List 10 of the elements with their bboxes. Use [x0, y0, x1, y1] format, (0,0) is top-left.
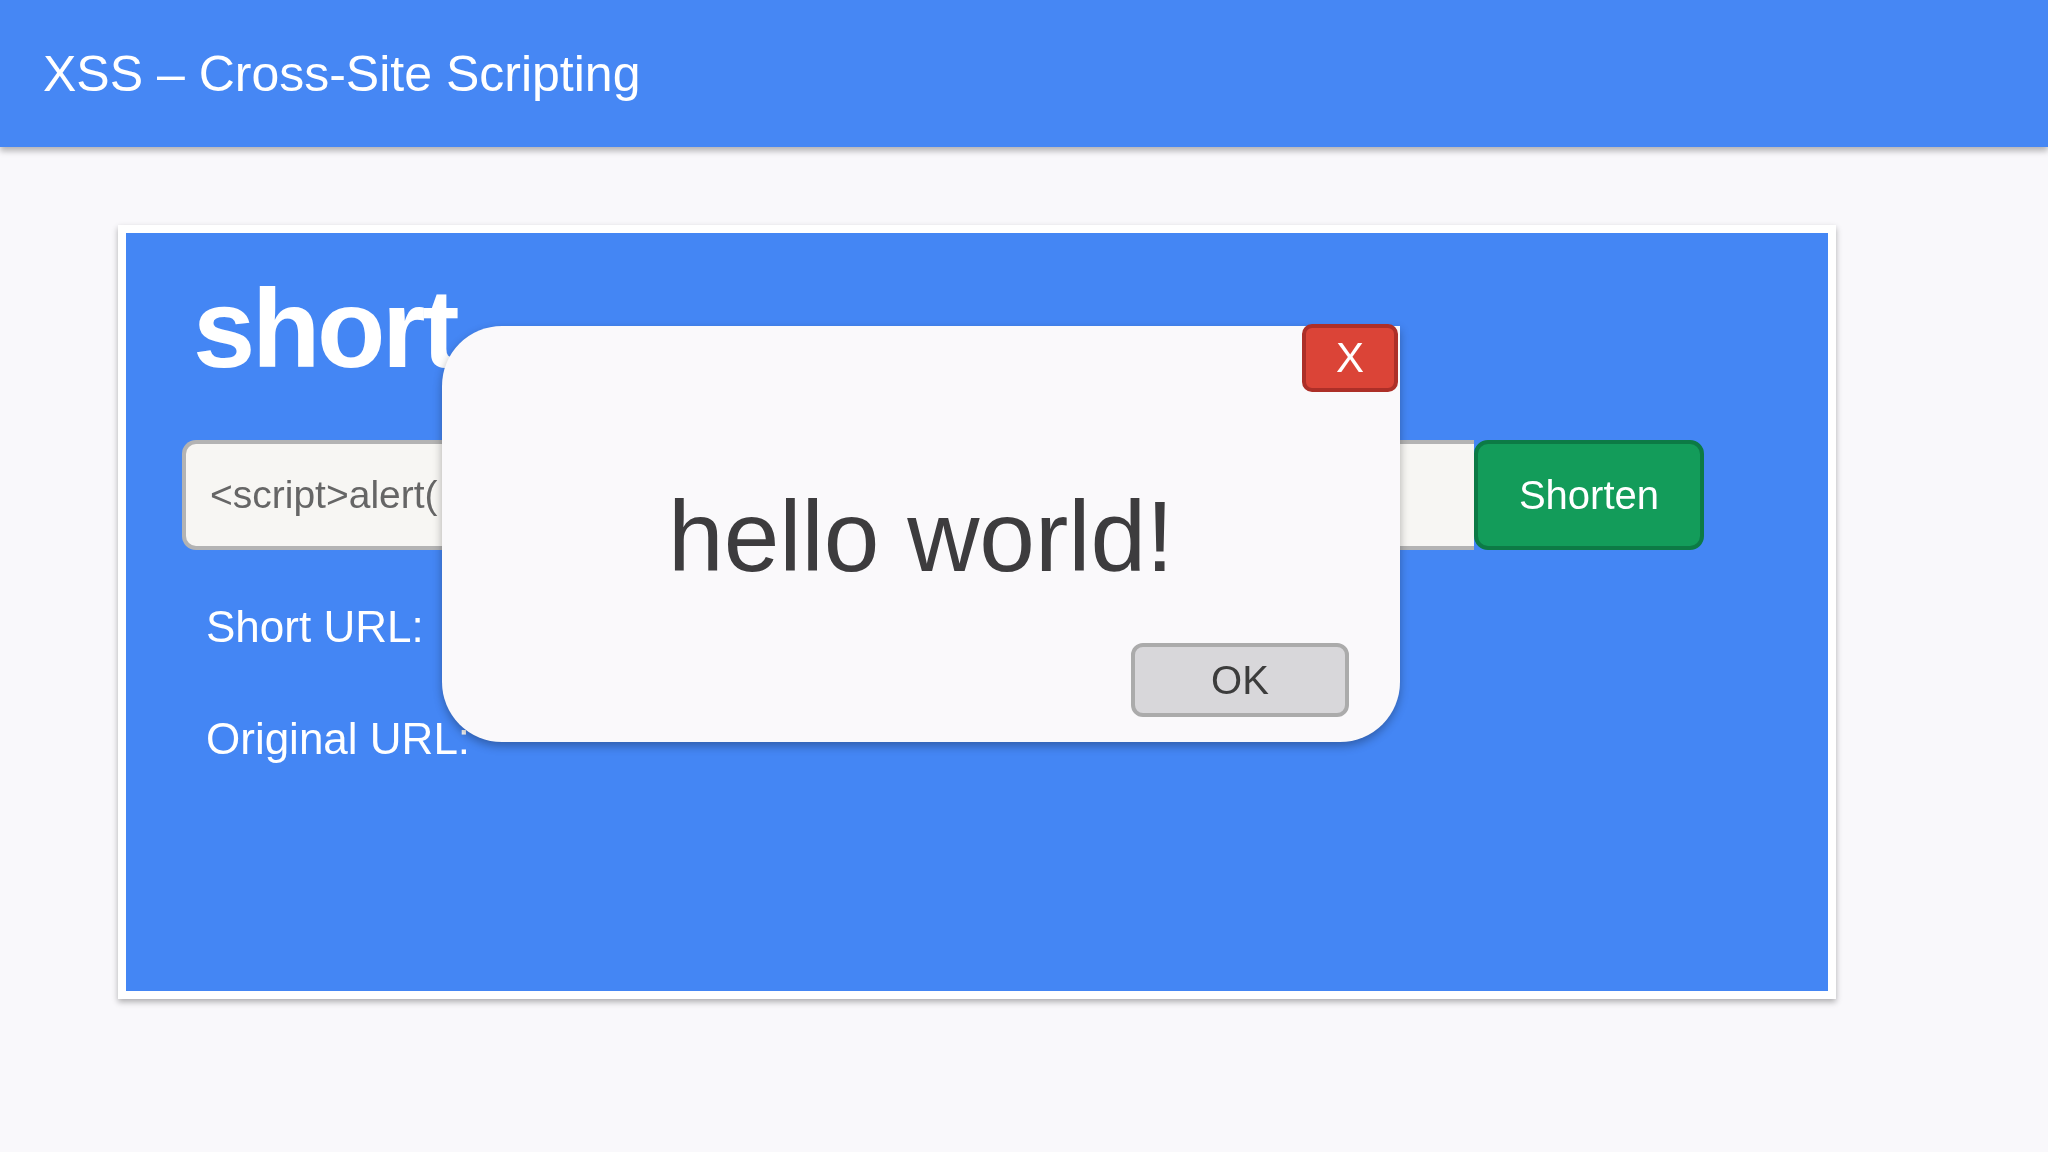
- close-button[interactable]: X: [1302, 324, 1398, 392]
- logo-text: short: [192, 273, 457, 385]
- page-title: XSS – Cross-Site Scripting: [43, 48, 641, 99]
- url-input[interactable]: <script>alert(: [182, 440, 442, 550]
- field-label: Original URL:: [206, 713, 471, 765]
- alert-message: hello world!: [668, 486, 1174, 586]
- url-input-end[interactable]: [1400, 440, 1474, 550]
- ok-button[interactable]: OK: [1131, 643, 1349, 717]
- shorten-button[interactable]: Shorten: [1474, 440, 1704, 550]
- field-label: Short URL:: [206, 602, 424, 653]
